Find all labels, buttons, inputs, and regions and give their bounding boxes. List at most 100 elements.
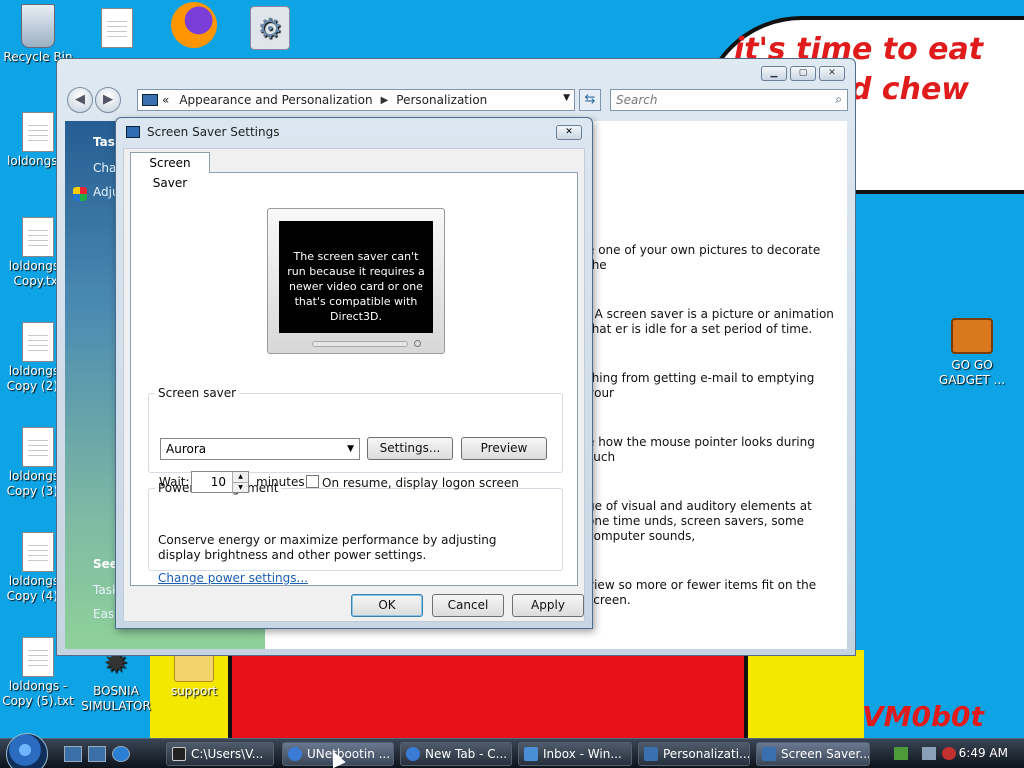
dialog-title-bar: Screen Saver Settings — [126, 125, 280, 139]
desktop-icon-settings[interactable]: ⚙ — [232, 6, 308, 50]
chevron-down-icon[interactable]: ▼ — [563, 93, 570, 103]
taskbar-button-label: UNetbootin ... — [307, 747, 391, 761]
minutes-label: minutes — [256, 475, 305, 489]
breadcrumb-separator-icon: ▶ — [380, 94, 389, 106]
show-desktop-icon[interactable] — [64, 746, 82, 762]
dialog-title: Screen Saver Settings — [147, 125, 280, 139]
preview-monitor: The screen saver can't run because it re… — [267, 208, 445, 354]
recycle-bin-icon — [21, 4, 55, 48]
font-size-description: view so more or fewer items fit on the s… — [587, 578, 817, 607]
screen-saver-group: Screen saver — [148, 386, 563, 473]
cancel-button[interactable]: Cancel — [432, 594, 504, 617]
tab-screen-saver[interactable]: Screen Saver — [130, 152, 210, 190]
chrome-icon — [406, 747, 420, 761]
logon-screen-label[interactable]: On resume, display logon screen — [322, 476, 519, 490]
search-icon[interactable]: ⌕ — [835, 92, 842, 107]
desktop-icon-label: GO GO GADGET ... — [938, 358, 1006, 387]
taskbar-button-inbox[interactable]: Inbox - Win... — [518, 742, 632, 766]
volume-muted-icon[interactable] — [942, 747, 956, 760]
chevron-down-icon: ▼ — [347, 444, 354, 454]
mail-icon — [524, 747, 538, 761]
taskbar-button-screen-saver[interactable]: Screen Saver... — [756, 742, 870, 766]
notification-area: 6:49 AM — [888, 739, 1024, 768]
address-bar[interactable]: « Appearance and Personalization ▶ Perso… — [137, 89, 575, 111]
window-caption-buttons: ▁ ▢ ✕ — [761, 66, 845, 81]
back-button[interactable]: ◀ — [67, 87, 93, 113]
breadcrumb-personalization[interactable]: Personalization — [396, 93, 487, 107]
wait-label: Wait: — [159, 475, 190, 489]
folder-icon — [174, 652, 214, 682]
taskbar-button-label: Inbox - Win... — [543, 747, 622, 761]
start-button[interactable] — [6, 733, 48, 768]
refresh-button[interactable]: ⇆ — [579, 89, 601, 111]
network-icon[interactable] — [894, 747, 908, 760]
dialog-close-button[interactable]: ✕ — [556, 125, 582, 140]
desktop-background-description: e one of your own pictures to decorate t… — [587, 243, 821, 272]
spin-down-icon[interactable]: ▼ — [232, 482, 248, 492]
taskbar-button-command-prompt[interactable]: C:\Users\V... — [166, 742, 274, 766]
taskbar-button-personalization[interactable]: Personalizati... — [638, 742, 750, 766]
screen-saver-settings-dialog: Screen Saver Settings ✕ Screen Saver The… — [115, 117, 593, 629]
search-input[interactable]: Search ⌕ — [610, 89, 848, 111]
navigation-bar: ◀ ▶ « Appearance and Personalization ▶ P… — [65, 87, 848, 113]
preview-message: The screen saver can't run because it re… — [279, 221, 433, 333]
wallpaper-yellow-shape — [744, 650, 864, 738]
text-file-icon — [22, 112, 54, 152]
text-file-icon — [22, 322, 54, 362]
forward-button[interactable]: ▶ — [95, 87, 121, 113]
desktop-icon-go-go-gadget[interactable]: GO GO GADGET ... — [934, 318, 1010, 388]
control-panel-icon — [142, 94, 158, 106]
wallpaper-red-shape — [228, 650, 748, 738]
search-placeholder: Search — [616, 93, 658, 107]
breadcrumb-appearance[interactable]: Appearance and Personalization — [179, 93, 372, 107]
screen-saver-select[interactable]: Aurora ▼ — [160, 438, 360, 460]
selected-screen-saver: Aurora — [166, 442, 207, 456]
change-power-settings-link[interactable]: Change power settings... — [158, 571, 308, 585]
taskbar: C:\Users\V... UNetbootin ... New Tab - C… — [0, 733, 1024, 768]
text-file-icon — [22, 532, 54, 572]
spin-up-icon[interactable]: ▲ — [232, 472, 248, 482]
taskbar-button-label: New Tab - C... — [425, 747, 508, 761]
clock[interactable]: 6:49 AM — [959, 746, 1008, 760]
wait-value: 10 — [210, 475, 226, 489]
text-file-icon — [22, 427, 54, 467]
sounds-description: thing from getting e-mail to emptying yo… — [587, 371, 815, 400]
shield-icon — [73, 187, 87, 201]
breadcrumb-prefix[interactable]: « — [162, 93, 169, 107]
desktop-icon-document[interactable] — [79, 8, 155, 50]
text-file-icon — [22, 637, 54, 677]
theme-description: ge of visual and auditory elements at on… — [587, 499, 812, 543]
screen-saver-icon — [126, 126, 140, 138]
briefcase-icon — [951, 318, 993, 354]
wait-minutes-stepper[interactable]: 10 ▲ ▼ — [191, 471, 249, 493]
desktop-icon-label: BOSNIA SIMULATOR — [81, 684, 151, 713]
wallpaper-signature: VM0b0t — [862, 700, 984, 733]
screen-saver-icon — [762, 747, 776, 761]
taskbar-button-label: Personalizati... — [663, 747, 750, 761]
settings-button[interactable]: Settings... — [367, 437, 453, 460]
ok-button[interactable]: OK — [351, 594, 423, 617]
power-description: Conserve energy or maximize performance … — [158, 533, 497, 562]
preview-button[interactable]: Preview — [461, 437, 547, 460]
computer-icon[interactable] — [922, 747, 936, 760]
maximize-button[interactable]: ▢ — [790, 66, 816, 81]
chrome-icon — [288, 747, 302, 761]
text-file-icon — [22, 217, 54, 257]
apply-button[interactable]: Apply — [512, 594, 584, 617]
minimize-button[interactable]: ▁ — [761, 66, 787, 81]
close-button[interactable]: ✕ — [819, 66, 845, 81]
switch-windows-icon[interactable] — [88, 746, 106, 762]
desktop-icon-bosnia-simulator[interactable]: ✹ BOSNIA SIMULATOR — [78, 646, 154, 714]
tab-panel: The screen saver can't run because it re… — [130, 172, 578, 586]
logon-screen-checkbox[interactable] — [306, 475, 319, 488]
mouse-pointers-description: e how the mouse pointer looks during suc… — [587, 435, 815, 464]
text-file-icon — [101, 8, 133, 48]
desktop-icon-recycle-bin[interactable]: Recycle Bin — [0, 4, 76, 65]
screen-saver-group-title: Screen saver — [155, 386, 240, 400]
taskbar-button-label: Screen Saver... — [781, 747, 870, 761]
internet-explorer-icon[interactable] — [112, 746, 130, 762]
desktop-icon-firefox[interactable] — [156, 2, 232, 48]
command-prompt-icon — [172, 747, 186, 761]
taskbar-button-label: C:\Users\V... — [191, 747, 264, 761]
taskbar-button-new-tab[interactable]: New Tab - C... — [400, 742, 512, 766]
